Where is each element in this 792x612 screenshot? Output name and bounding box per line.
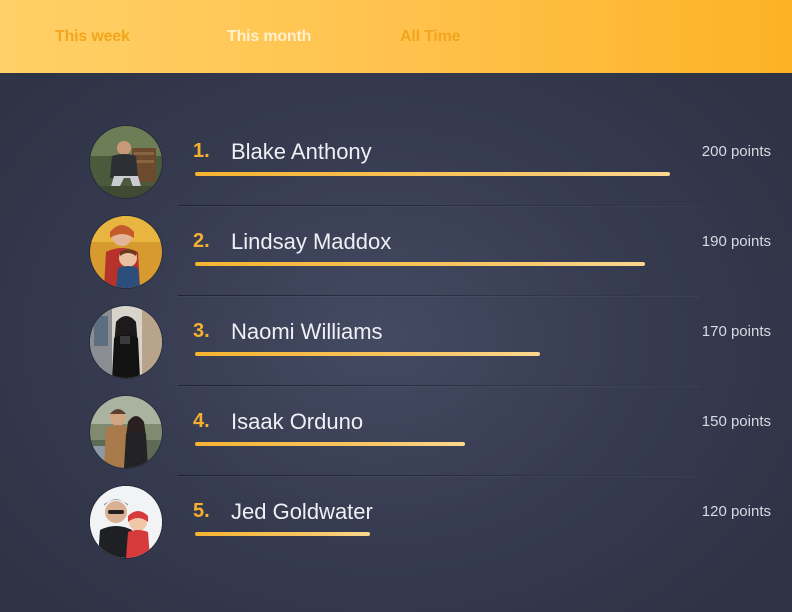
- points-progress-bar: [195, 532, 370, 536]
- avatar: [90, 486, 162, 558]
- user-photo-icon: [90, 306, 162, 378]
- points-value: 200 points: [701, 143, 771, 160]
- rank-number: 1.: [193, 140, 210, 162]
- avatar: [90, 396, 162, 468]
- leaderboard-row[interactable]: 2. Lindsay Maddox 190 points: [0, 206, 792, 296]
- user-photo-icon: [90, 126, 162, 198]
- user-photo-icon: [90, 216, 162, 288]
- user-photo-icon: [90, 396, 162, 468]
- rank-number: 3.: [193, 320, 210, 342]
- rank-number: 5.: [193, 500, 210, 522]
- player-name: Lindsay Maddox: [231, 229, 392, 254]
- points-value: 190 points: [701, 233, 771, 250]
- leaderboard-row[interactable]: 4. Isaak Orduno 150 points: [0, 386, 792, 476]
- leaderboard-list: 1. Blake Anthony 200 points 2. Lindsay M…: [0, 0, 792, 612]
- rank-number: 4.: [193, 410, 210, 432]
- player-name: Isaak Orduno: [231, 409, 364, 434]
- points-progress-bar: [195, 442, 465, 446]
- leaderboard-row[interactable]: 3. Naomi Williams 170 points: [0, 296, 792, 386]
- points-value: 150 points: [701, 413, 771, 430]
- points-progress-bar: [195, 262, 645, 266]
- player-name: Jed Goldwater: [231, 499, 373, 524]
- user-photo-icon: [90, 486, 162, 558]
- rank-number: 2.: [193, 230, 210, 252]
- player-name: Blake Anthony: [231, 139, 372, 164]
- leaderboard-row[interactable]: 1. Blake Anthony 200 points: [0, 116, 792, 206]
- points-progress-bar: [195, 172, 670, 176]
- avatar: [90, 306, 162, 378]
- player-name: Naomi Williams: [231, 319, 383, 344]
- avatar: [90, 126, 162, 198]
- points-value: 170 points: [701, 323, 771, 340]
- avatar: [90, 216, 162, 288]
- points-progress-bar: [195, 352, 540, 356]
- points-value: 120 points: [701, 503, 771, 520]
- leaderboard-row[interactable]: 5. Jed Goldwater 120 points: [0, 476, 792, 566]
